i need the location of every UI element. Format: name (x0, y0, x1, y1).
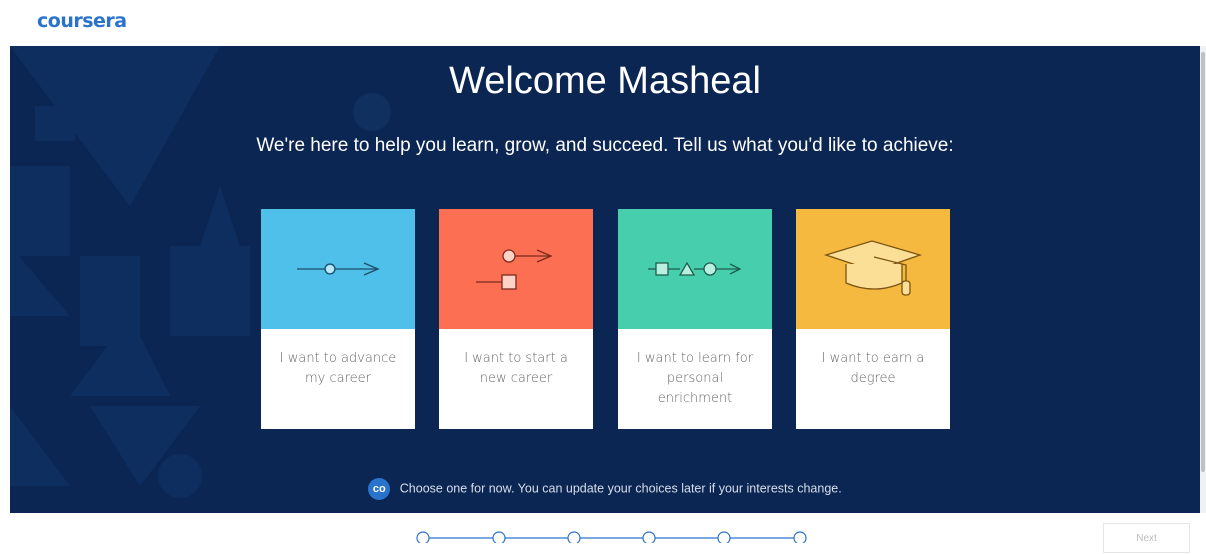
hint-message: co Choose one for now. You can update yo… (10, 478, 1200, 500)
graduation-cap-icon (823, 240, 923, 296)
top-bar: coursera (0, 0, 1206, 46)
card-label: I want to start a new career (464, 351, 568, 386)
goal-card-new-career[interactable]: I want to start a new career (439, 209, 593, 429)
card-illustration (439, 209, 593, 329)
card-illustration (618, 209, 772, 329)
progress-step-6 (793, 531, 807, 543)
card-illustration (796, 209, 950, 329)
advance-arrow-icon (297, 262, 380, 276)
progress-step-1 (416, 531, 430, 543)
card-label: I want to learn for personal enrichment (636, 351, 754, 406)
onboarding-progress (416, 531, 807, 543)
welcome-title: Welcome Masheal (449, 60, 761, 102)
welcome-panel: Welcome Masheal We're here to help you l… (10, 46, 1200, 513)
hint-text: Choose one for now. You can update your … (399, 481, 842, 496)
card-illustration (261, 209, 415, 329)
progress-step-2 (492, 531, 506, 543)
card-label: I want to earn a degree (821, 351, 925, 386)
welcome-subtitle: We're here to help you learn, grow, and … (256, 135, 954, 156)
progress-step-5 (717, 531, 731, 543)
goal-card-personal-enrichment[interactable]: I want to learn for personal enrichment (618, 209, 772, 429)
shapes-arrow-icon (648, 261, 742, 276)
branch-arrow-icon (476, 249, 553, 290)
card-label: I want to advance my career (279, 351, 397, 386)
coursera-badge-icon: co (368, 478, 391, 500)
background-shapes-decoration (10, 46, 250, 498)
page-scrollbar[interactable] (1200, 46, 1206, 513)
goal-card-advance-career[interactable]: I want to advance my career (261, 209, 415, 429)
progress-step-3 (567, 531, 581, 543)
progress-step-4 (642, 531, 656, 543)
next-button[interactable]: Next (1103, 523, 1190, 553)
scrollbar-thumb[interactable] (1201, 52, 1205, 472)
goal-card-earn-degree[interactable]: I want to earn a degree (796, 209, 950, 429)
coursera-logo[interactable]: coursera (37, 10, 127, 32)
